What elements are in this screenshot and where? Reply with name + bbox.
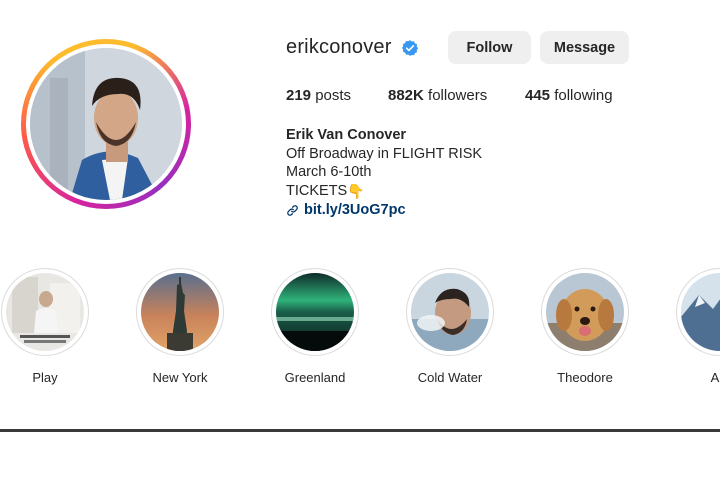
avatar: [30, 48, 182, 200]
followers-number: 882K: [388, 87, 424, 104]
bio-line: Off Broadway in FLIGHT RISK: [286, 145, 483, 162]
highlight-cover: [676, 268, 720, 356]
followers-count[interactable]: 882K followers: [388, 87, 487, 104]
profile-page: erikconover Follow Message 219 posts 882…: [0, 0, 720, 480]
avatar-photo-image: [30, 48, 182, 200]
highlight-image: [546, 273, 624, 351]
highlight-cover: [271, 268, 359, 356]
bio-link[interactable]: bit.ly/3UoG7pc: [286, 201, 482, 220]
bio-line: March 6-10th: [286, 164, 372, 180]
highlight-theodore[interactable]: Theodore: [541, 268, 629, 385]
highlight-cover: [406, 268, 494, 356]
highlight-play[interactable]: Play: [1, 268, 89, 385]
tickets-text: TICKETS: [286, 182, 348, 199]
highlight-ala[interactable]: Ala: [676, 268, 720, 385]
highlight-image: [681, 273, 720, 351]
full-name: Erik Van Conover: [286, 127, 407, 143]
posts-number: 219: [286, 87, 312, 104]
highlight-label: Cold Water: [417, 370, 483, 385]
highlight-cold-water[interactable]: Cold Water: [406, 268, 494, 385]
highlight-cover: [136, 268, 224, 356]
following-label: following: [554, 87, 613, 104]
bio-link-text: bit.ly/3UoG7pc: [304, 202, 406, 218]
verified-badge-icon: [401, 40, 419, 56]
highlight-label: Greenland: [284, 370, 346, 385]
following-count[interactable]: 445 following: [525, 87, 613, 104]
highlight-label: Play: [32, 370, 58, 385]
highlight-greenland[interactable]: Greenland: [271, 268, 359, 385]
bio-line-tickets: TICKETS👇: [286, 182, 482, 201]
following-number: 445: [525, 87, 551, 104]
posts-label: posts: [315, 87, 352, 104]
pointing-hand-icon: 👇: [347, 182, 365, 199]
highlight-cover: [1, 268, 89, 356]
highlight-label: New York: [152, 370, 208, 385]
username: erikconover: [286, 36, 392, 58]
highlight-label: Ala: [710, 370, 720, 385]
highlight-cover: [541, 268, 629, 356]
followers-label: followers: [428, 87, 488, 104]
message-button[interactable]: Message: [540, 31, 629, 64]
highlight-image: [141, 273, 219, 351]
bio: Erik Van Conover Off Broadway in FLIGHT …: [286, 126, 482, 220]
highlight-image: [6, 273, 84, 351]
highlight-image: [411, 273, 489, 351]
highlight-label: Theodore: [557, 370, 613, 385]
posts-count: 219 posts: [286, 87, 351, 104]
avatar-gap: [26, 44, 186, 204]
divider: [0, 429, 720, 432]
story-ring-avatar[interactable]: [21, 39, 191, 209]
highlight-image: [276, 273, 354, 351]
highlight-new-york[interactable]: New York: [136, 268, 224, 385]
link-icon: [287, 204, 298, 216]
follow-button[interactable]: Follow: [448, 31, 531, 64]
